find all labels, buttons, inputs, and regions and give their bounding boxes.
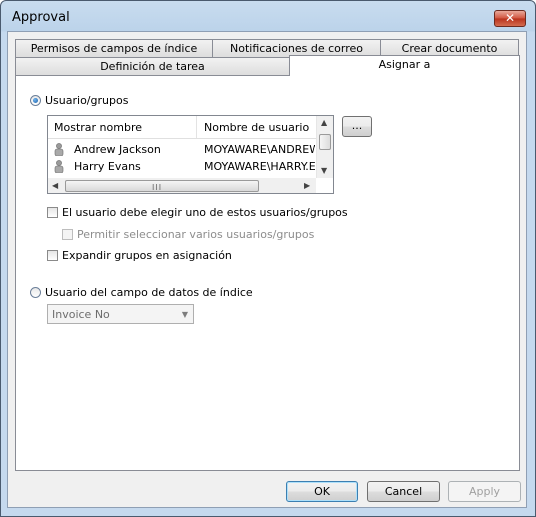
display-name-cell: Harry Evans (74, 160, 141, 173)
column-header-display-name[interactable]: Mostrar nombre (54, 121, 142, 134)
list-item[interactable]: Harry Evans MOYAWARE\HARRY.EVANS (48, 158, 316, 175)
column-divider[interactable] (196, 116, 197, 138)
window-title: Approval (12, 10, 70, 25)
list-header: Mostrar nombre Nombre de usuario (48, 116, 316, 139)
radio-users-groups-label[interactable]: Usuario/grupos (45, 94, 128, 107)
scroll-grip-icon: III (152, 183, 163, 192)
column-header-user-name[interactable]: Nombre de usuario (204, 121, 309, 134)
browse-users-button[interactable]: ... (342, 116, 372, 137)
close-button[interactable]: ✕ (494, 10, 526, 27)
scroll-right-arrow-icon[interactable]: ▶ (304, 181, 310, 190)
tab-definicion-tarea[interactable]: Definición de tarea (15, 57, 290, 76)
chevron-down-icon: ▼ (181, 310, 188, 319)
expand-groups-checkbox[interactable] (47, 250, 58, 261)
must-choose-checkbox[interactable] (47, 207, 58, 218)
list-item[interactable]: Andrew Jackson MOYAWARE\ANDREW.JACKSON (48, 141, 316, 158)
index-field-select-value: Invoice No (52, 308, 110, 321)
scroll-left-arrow-icon[interactable]: ◀ (52, 181, 58, 190)
scroll-up-arrow-icon[interactable]: ▲ (321, 118, 327, 127)
close-icon: ✕ (504, 11, 516, 25)
radio-index-field-user[interactable] (30, 287, 41, 298)
multi-select-checkbox (62, 229, 73, 240)
users-list[interactable]: Mostrar nombre Nombre de usuario Andrew … (47, 115, 334, 194)
tab-asignar-a[interactable]: Asignar a (289, 55, 520, 76)
user-icon (54, 143, 64, 156)
radio-index-field-user-label[interactable]: Usuario del campo de datos de índice (45, 286, 253, 299)
tab-permisos-campos[interactable]: Permisos de campos de índice (15, 39, 213, 58)
user-name-cell: MOYAWARE\HARRY.EVANS (204, 160, 315, 173)
scroll-down-arrow-icon[interactable]: ▼ (321, 166, 327, 175)
display-name-cell: Andrew Jackson (74, 143, 161, 156)
multi-select-label: Permitir seleccionar varios usuarios/gru… (77, 228, 315, 241)
cancel-button[interactable]: Cancel (367, 481, 440, 502)
horizontal-scrollbar[interactable]: ◀ III ▶ (48, 178, 316, 193)
horizontal-scroll-thumb[interactable]: III (65, 180, 259, 192)
user-name-cell: MOYAWARE\ANDREW.JACKSON (204, 143, 315, 156)
user-icon (54, 160, 64, 173)
must-choose-label[interactable]: El usuario debe elegir uno de estos usua… (62, 206, 348, 219)
apply-button: Apply (448, 481, 521, 502)
radio-users-groups[interactable] (30, 95, 41, 106)
index-field-select: Invoice No ▼ (47, 304, 194, 324)
ok-button[interactable]: OK (286, 481, 358, 502)
vertical-scroll-thumb[interactable] (319, 134, 331, 150)
vertical-scrollbar[interactable]: ▲ ▼ (316, 116, 333, 178)
title-bar[interactable]: Approval ✕ (1, 1, 535, 33)
expand-groups-label[interactable]: Expandir grupos en asignación (62, 249, 232, 262)
